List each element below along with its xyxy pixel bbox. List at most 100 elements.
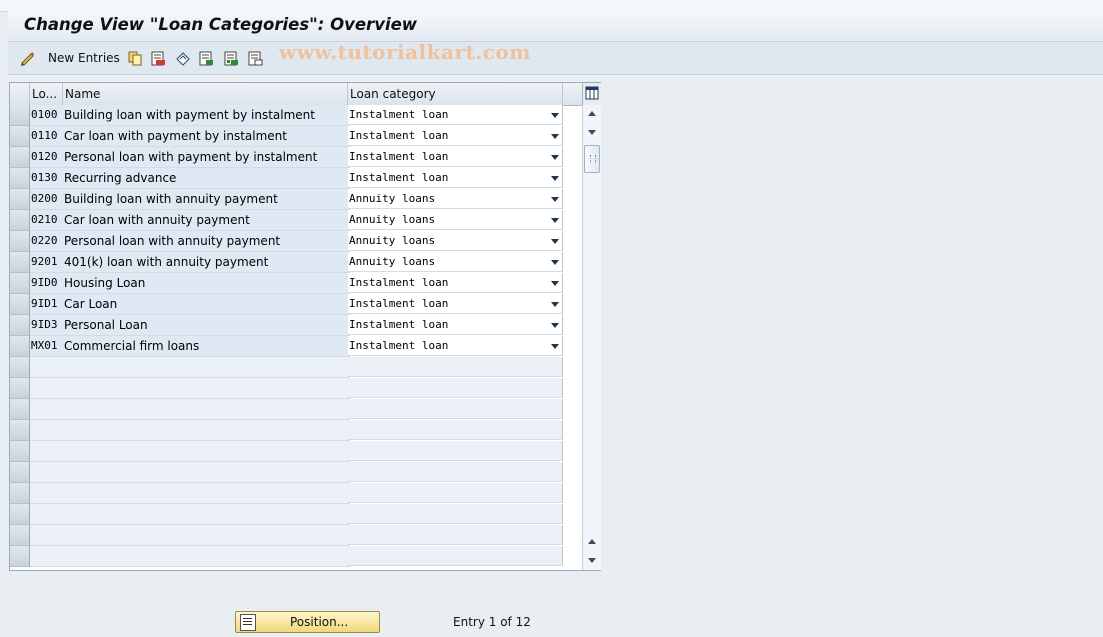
cell-loan-category[interactable] (348, 420, 563, 440)
dropdown-arrow-icon[interactable] (551, 239, 559, 244)
cell-code[interactable] (30, 399, 65, 420)
deselect-all-icon[interactable] (248, 50, 263, 66)
cell-loan-category[interactable] (348, 378, 563, 398)
position-button[interactable]: Position... (235, 611, 380, 633)
row-selector[interactable] (10, 441, 30, 462)
table-row[interactable] (10, 420, 582, 441)
loan-category-dropdown[interactable]: Instalment loan (348, 147, 563, 167)
table-row[interactable]: 9201 401(k) loan with annuity payment Annu… (10, 252, 582, 273)
table-row[interactable] (10, 462, 582, 483)
dropdown-arrow-icon[interactable] (551, 218, 559, 223)
row-selector[interactable] (10, 231, 30, 252)
scroll-page-down-icon[interactable] (588, 558, 596, 563)
cell-name[interactable] (63, 525, 350, 546)
scroll-down-icon[interactable] (588, 130, 596, 135)
table-row[interactable] (10, 546, 582, 567)
dropdown-arrow-icon[interactable] (551, 176, 559, 181)
table-row[interactable] (10, 357, 582, 378)
column-header-code[interactable]: Lo... (30, 83, 63, 105)
table-row[interactable] (10, 399, 582, 420)
loan-category-dropdown[interactable]: Annuity loans (348, 231, 563, 251)
cell-name[interactable] (63, 546, 350, 567)
loan-category-dropdown[interactable]: Instalment loan (348, 105, 563, 125)
select-all-icon[interactable] (199, 50, 214, 66)
cell-code[interactable] (30, 504, 65, 525)
cell-name[interactable] (63, 357, 350, 378)
cell-code[interactable] (30, 378, 65, 399)
table-row[interactable]: 9ID3 Personal Loan Instalment loan (10, 315, 582, 336)
loan-category-dropdown[interactable]: Annuity loans (348, 252, 563, 272)
cell-loan-category[interactable] (348, 483, 563, 503)
table-settings-icon[interactable] (582, 83, 601, 106)
cell-code[interactable] (30, 525, 65, 546)
column-header-name[interactable]: Name (63, 83, 348, 105)
row-selector[interactable] (10, 525, 30, 546)
select-block-icon[interactable] (224, 50, 239, 66)
table-row[interactable] (10, 483, 582, 504)
dropdown-arrow-icon[interactable] (551, 134, 559, 139)
cell-loan-category[interactable] (348, 441, 563, 461)
table-row[interactable]: 0100 Building loan with payment by instal… (10, 105, 582, 126)
table-row[interactable]: MX01 Commercial firm loans Instalment loan (10, 336, 582, 357)
row-selector[interactable] (10, 210, 30, 231)
cell-name[interactable] (63, 420, 350, 441)
delete-icon[interactable] (151, 50, 166, 66)
scroll-thumb[interactable] (584, 145, 600, 173)
cell-code[interactable] (30, 546, 65, 567)
row-selector[interactable] (10, 126, 30, 147)
dropdown-arrow-icon[interactable] (551, 260, 559, 265)
cell-name[interactable] (63, 399, 350, 420)
cell-loan-category[interactable] (348, 462, 563, 482)
row-selector[interactable] (10, 147, 30, 168)
cell-code[interactable] (30, 462, 65, 483)
table-row[interactable]: 0110 Car loan with payment by instalment I… (10, 126, 582, 147)
select-all-rows-header[interactable] (10, 83, 30, 105)
dropdown-arrow-icon[interactable] (551, 113, 559, 118)
cell-loan-category[interactable] (348, 546, 563, 566)
cell-loan-category[interactable] (348, 399, 563, 419)
cell-loan-category[interactable] (348, 504, 563, 524)
loan-category-dropdown[interactable]: Annuity loans (348, 210, 563, 230)
table-row[interactable]: 0130 Recurring advance Instalment loan (10, 168, 582, 189)
cell-name[interactable] (63, 504, 350, 525)
cell-loan-category[interactable] (348, 525, 563, 545)
table-row[interactable]: 0210 Car loan with annuity payment Annuity… (10, 210, 582, 231)
row-selector[interactable] (10, 504, 30, 525)
loan-category-dropdown[interactable]: Instalment loan (348, 273, 563, 293)
loan-category-dropdown[interactable]: Instalment loan (348, 315, 563, 335)
row-selector[interactable] (10, 483, 30, 504)
loan-category-dropdown[interactable]: Instalment loan (348, 126, 563, 146)
new-entries-button[interactable]: New Entries (48, 50, 120, 66)
vertical-scrollbar[interactable] (582, 105, 601, 570)
cell-loan-category[interactable] (348, 357, 563, 377)
table-row[interactable]: 0120 Personal loan with payment by instal… (10, 147, 582, 168)
cell-code[interactable] (30, 483, 65, 504)
cell-code[interactable] (30, 441, 65, 462)
row-selector[interactable] (10, 399, 30, 420)
loan-category-dropdown[interactable]: Instalment loan (348, 336, 563, 356)
row-selector[interactable] (10, 189, 30, 210)
loan-category-dropdown[interactable]: Annuity loans (348, 189, 563, 209)
table-row[interactable] (10, 441, 582, 462)
dropdown-arrow-icon[interactable] (551, 281, 559, 286)
row-selector[interactable] (10, 252, 30, 273)
loan-category-dropdown[interactable]: Instalment loan (348, 168, 563, 188)
column-header-loan-category[interactable]: Loan category (348, 83, 563, 105)
row-selector[interactable] (10, 168, 30, 189)
scroll-page-up-icon[interactable] (588, 539, 596, 544)
dropdown-arrow-icon[interactable] (551, 302, 559, 307)
row-selector[interactable] (10, 294, 30, 315)
dropdown-arrow-icon[interactable] (551, 344, 559, 349)
dropdown-arrow-icon[interactable] (551, 155, 559, 160)
row-selector[interactable] (10, 273, 30, 294)
cell-name[interactable] (63, 462, 350, 483)
table-row[interactable] (10, 504, 582, 525)
scroll-up-icon[interactable] (588, 111, 596, 116)
row-selector[interactable] (10, 357, 30, 378)
table-row[interactable]: 0200 Building loan with annuity payment An… (10, 189, 582, 210)
dropdown-arrow-icon[interactable] (551, 197, 559, 202)
table-row[interactable]: 9ID1 Car Loan Instalment loan (10, 294, 582, 315)
table-row[interactable] (10, 378, 582, 399)
dropdown-arrow-icon[interactable] (551, 323, 559, 328)
edit-pencil-icon[interactable] (20, 50, 36, 66)
